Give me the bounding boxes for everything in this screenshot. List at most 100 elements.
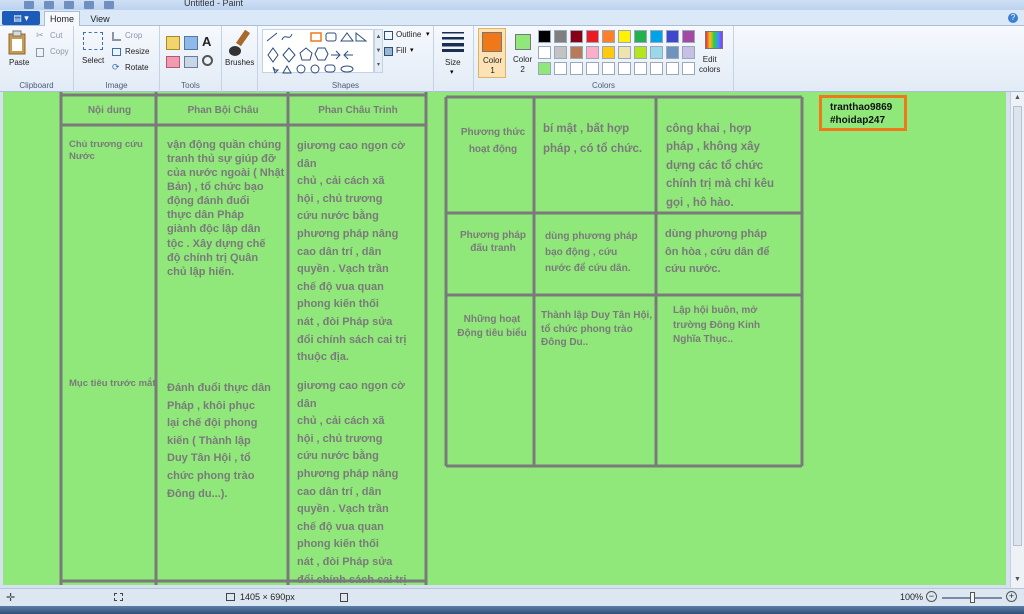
color2-button[interactable]: Color 2 bbox=[510, 28, 536, 78]
vertical-scrollbar[interactable]: ▲ ▼ bbox=[1010, 92, 1024, 588]
tools-group: A Tools bbox=[160, 26, 222, 92]
file-size-icon bbox=[340, 593, 348, 602]
palette-swatch[interactable] bbox=[634, 62, 647, 75]
cursor-position-icon: ✛ bbox=[6, 592, 16, 604]
cut-label: Cut bbox=[50, 31, 63, 40]
shapes-gallery[interactable] bbox=[262, 29, 374, 74]
palette-swatch[interactable] bbox=[554, 46, 567, 59]
palette-swatch[interactable] bbox=[586, 46, 599, 59]
resize-button[interactable]: Resize bbox=[112, 47, 158, 59]
text-icon[interactable]: A bbox=[202, 34, 211, 49]
cut-button[interactable]: ✂ Cut bbox=[36, 30, 72, 43]
rt-row2-pct: dùng phương pháp ôn hòa , cứu dân để cứu… bbox=[665, 228, 770, 276]
palette-swatch[interactable] bbox=[554, 62, 567, 75]
author-hashtag: #hoidap247 bbox=[830, 115, 886, 126]
scroll-thumb[interactable] bbox=[1013, 106, 1022, 546]
line-width-icon bbox=[442, 32, 464, 52]
palette-swatch[interactable] bbox=[682, 46, 695, 59]
palette-swatch[interactable] bbox=[618, 30, 631, 43]
palette-swatch[interactable] bbox=[618, 62, 631, 75]
palette-swatch[interactable] bbox=[570, 30, 583, 43]
chevron-down-icon: ▾ bbox=[450, 69, 454, 76]
edit-colors-button[interactable]: Edit colors bbox=[696, 28, 732, 78]
palette-swatch[interactable] bbox=[554, 30, 567, 43]
help-icon[interactable]: ? bbox=[1008, 13, 1018, 23]
palette-swatch[interactable] bbox=[634, 30, 647, 43]
tab-view[interactable]: View bbox=[84, 11, 116, 26]
color2-swatch bbox=[515, 34, 531, 50]
fill-dropdown[interactable]: Fill ▾ bbox=[384, 46, 432, 58]
palette-swatch[interactable] bbox=[634, 46, 647, 59]
palette-swatch[interactable] bbox=[586, 62, 599, 75]
size-group: Size ▾ bbox=[434, 26, 474, 92]
palette-swatch[interactable] bbox=[618, 46, 631, 59]
tools-group-label: Tools bbox=[181, 81, 200, 90]
crop-button[interactable]: Crop bbox=[112, 31, 158, 43]
palette-swatch[interactable] bbox=[538, 62, 551, 75]
colors-group-label: Colors bbox=[591, 81, 616, 90]
drawing-canvas[interactable]: Nội dung Phan Bội Châu Phan Châu Trinh C… bbox=[3, 92, 1006, 585]
author-note: tranthao9869 #hoidap247 bbox=[819, 95, 907, 131]
paint-app-icon[interactable] bbox=[24, 1, 34, 9]
palette-swatch[interactable] bbox=[586, 30, 599, 43]
header-noi-dung: Nội dung bbox=[87, 105, 132, 116]
copy-button[interactable]: Copy bbox=[36, 47, 72, 59]
paste-button[interactable]: Paste bbox=[4, 28, 32, 72]
window-title: Untitled - Paint bbox=[184, 0, 244, 8]
size-label: Size bbox=[445, 58, 461, 67]
header-phan-chau-trinh: Phan Châu Trinh bbox=[318, 105, 398, 116]
pencil-icon[interactable] bbox=[166, 36, 180, 50]
fill-bucket-icon bbox=[384, 47, 393, 56]
undo-icon[interactable] bbox=[64, 1, 74, 9]
title-bar: Untitled - Paint bbox=[0, 0, 1024, 10]
rotate-button[interactable]: ⟳ Rotate bbox=[112, 62, 158, 75]
rt-row1-pbc: bí mật , bất hợp pháp , có tổ chức. bbox=[543, 123, 643, 155]
palette-swatch[interactable] bbox=[682, 62, 695, 75]
crop-label: Crop bbox=[125, 31, 143, 40]
palette-swatch[interactable] bbox=[602, 62, 615, 75]
tab-home[interactable]: Home bbox=[44, 11, 80, 26]
palette-swatch[interactable] bbox=[538, 30, 551, 43]
zoom-slider-thumb[interactable] bbox=[970, 592, 975, 603]
status-bar: ✛ 1405 × 690px 100% − + bbox=[0, 588, 1024, 606]
palette-swatch[interactable] bbox=[570, 62, 583, 75]
outline-dropdown[interactable]: Outline ▾ bbox=[384, 30, 432, 42]
palette-swatch[interactable] bbox=[666, 62, 679, 75]
palette-swatch[interactable] bbox=[666, 30, 679, 43]
customize-quick-access-icon[interactable] bbox=[104, 1, 114, 9]
image-group: Select Crop Resize ⟳ Rotate Image bbox=[74, 26, 160, 92]
scroll-down-icon[interactable]: ▼ bbox=[1014, 576, 1021, 583]
row1-pct: giương cao ngọn cờ dân chủ , cải cách xã… bbox=[297, 140, 407, 364]
zoom-in-icon[interactable]: + bbox=[1006, 591, 1017, 602]
palette-swatch[interactable] bbox=[682, 30, 695, 43]
fill-label: Fill bbox=[396, 46, 407, 55]
palette-swatch[interactable] bbox=[650, 30, 663, 43]
color-picker-icon[interactable] bbox=[184, 56, 198, 68]
palette-swatch[interactable] bbox=[650, 46, 663, 59]
palette-swatch[interactable] bbox=[650, 62, 663, 75]
scroll-up-icon[interactable]: ▲ bbox=[1014, 94, 1021, 101]
size-button[interactable]: Size ▾ bbox=[440, 30, 468, 80]
paint-menu-button[interactable]: ▤ ▾ bbox=[2, 11, 40, 25]
eraser-icon[interactable] bbox=[166, 56, 180, 68]
quick-access-toolbar bbox=[24, 0, 114, 10]
fill-icon[interactable] bbox=[184, 36, 198, 50]
save-icon[interactable] bbox=[44, 1, 54, 9]
palette-swatch[interactable] bbox=[570, 46, 583, 59]
clipboard-group-label: Clipboard bbox=[19, 81, 54, 90]
palette-swatch[interactable] bbox=[602, 30, 615, 43]
palette-swatch[interactable] bbox=[602, 46, 615, 59]
shapes-group-label: Shapes bbox=[331, 81, 360, 90]
crop-icon bbox=[112, 32, 121, 41]
redo-icon[interactable] bbox=[84, 1, 94, 9]
brushes-button[interactable]: Brushes bbox=[224, 28, 256, 78]
color1-button[interactable]: Color 1 bbox=[478, 28, 506, 78]
palette-swatch[interactable] bbox=[538, 46, 551, 59]
palette-swatch[interactable] bbox=[666, 46, 679, 59]
brush-icon bbox=[229, 30, 251, 56]
select-button[interactable]: Select bbox=[78, 30, 108, 74]
magnifier-icon[interactable] bbox=[202, 55, 213, 66]
zoom-out-icon[interactable]: − bbox=[926, 591, 937, 602]
color-wheel-icon bbox=[705, 31, 723, 49]
shapes-scroll-icon[interactable]: ▲ ▼ ▾ bbox=[374, 29, 383, 73]
